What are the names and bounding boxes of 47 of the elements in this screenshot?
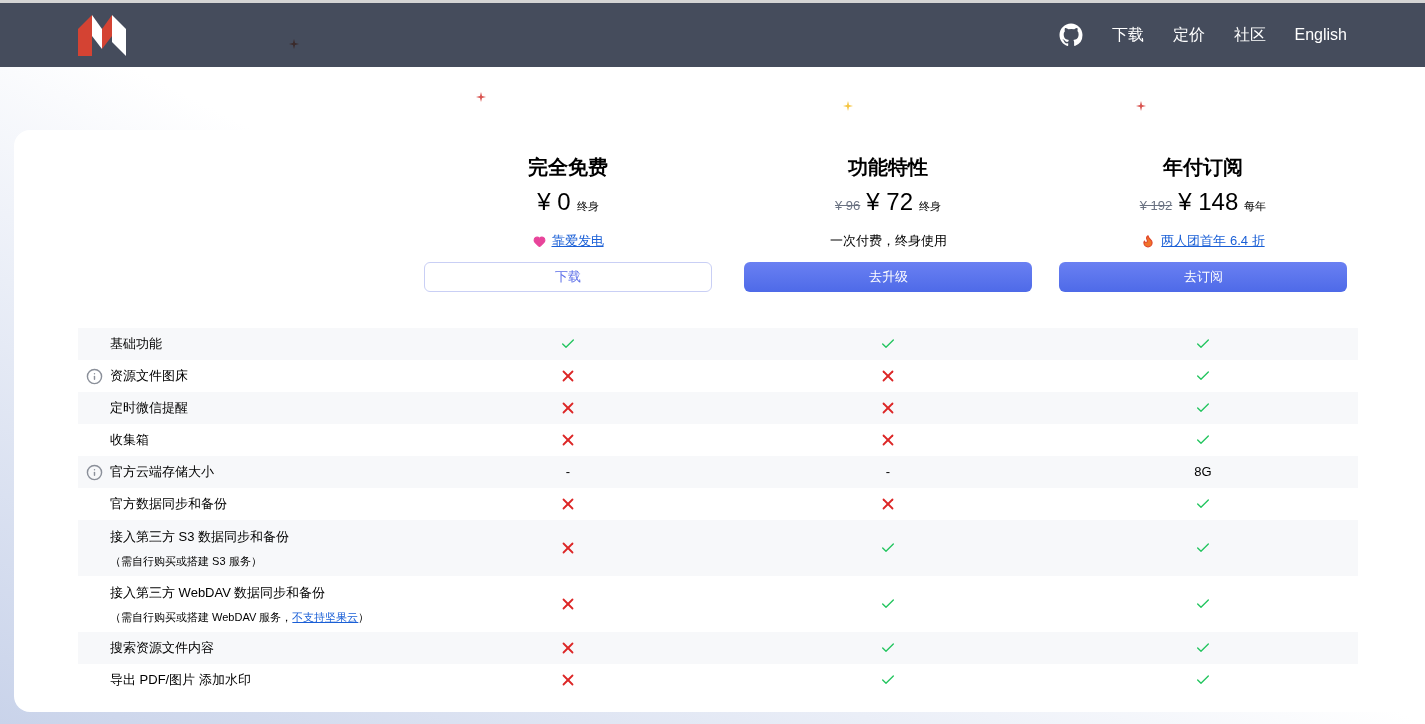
info-icon[interactable] — [85, 367, 103, 385]
plan-button[interactable]: 去订阅 — [1059, 262, 1347, 292]
feature-note: （需自行购买或搭建 S3 服务） — [110, 553, 263, 569]
feature-label: 资源文件图床 — [110, 367, 188, 386]
price-unit: 终身 — [576, 199, 599, 214]
plan-price: ¥ 0 — [537, 187, 571, 217]
plan-button[interactable]: 下载 — [424, 262, 712, 292]
plan-button[interactable]: 去升级 — [744, 262, 1032, 292]
feature-label: 基础功能 — [110, 335, 162, 354]
nav-link[interactable]: 社区 — [1233, 23, 1266, 47]
feature-label: 接入第三方 S3 数据同步和备份 — [110, 528, 290, 546]
nav-link[interactable]: 定价 — [1172, 23, 1205, 47]
info-icon[interactable] — [85, 463, 103, 481]
price-unit: 终身 — [919, 199, 941, 214]
plan-price: ¥ 72 — [866, 187, 913, 217]
feature-note: （需自行购买或搭建 WebDAV 服务，不支持坚果云） — [110, 609, 370, 625]
nav-link[interactable]: English — [1294, 23, 1347, 47]
sparkle-icon — [1136, 101, 1146, 111]
feature-label: 收集箱 — [110, 431, 149, 450]
plan-title: 完全免费 — [528, 155, 608, 180]
note-link[interactable]: 不支持坚果云 — [292, 610, 359, 623]
plan-title: 功能特性 — [848, 155, 928, 180]
plan-price: ¥ 148 — [1178, 187, 1239, 217]
feature-label: 定时微信提醒 — [110, 399, 188, 418]
feature-label: 接入第三方 WebDAV 数据同步和备份 — [110, 584, 327, 602]
plan-link[interactable]: 两人团首年 6.4 折 — [1161, 231, 1265, 251]
table-cell-text: - — [885, 463, 891, 482]
sparkle-icon — [843, 101, 853, 111]
price-unit: 每年 — [1244, 199, 1267, 214]
github-icon[interactable] — [1058, 23, 1083, 47]
plan-link[interactable]: 靠爱发电 — [551, 231, 604, 251]
table-cell-text: 8G — [1194, 463, 1212, 482]
flame-icon — [1141, 234, 1156, 248]
nav-link[interactable]: 下载 — [1111, 23, 1144, 47]
table-cell-text: - — [565, 463, 571, 482]
feature-label: 搜索资源文件内容 — [110, 639, 214, 658]
plan-note: 一次付费，终身使用 — [829, 232, 947, 251]
feature-label: 导出 PDF/图片 添加水印 — [110, 671, 251, 690]
sparkle-icon — [476, 92, 486, 102]
heart-icon — [532, 234, 546, 248]
plan-title: 年付订阅 — [1163, 155, 1243, 180]
feature-label: 官方数据同步和备份 — [110, 495, 227, 514]
sparkle-icon — [289, 39, 299, 49]
original-price: ¥ 96 — [835, 197, 861, 215]
original-price: ¥ 192 — [1139, 197, 1173, 215]
feature-label: 官方云端存储大小 — [110, 463, 214, 482]
logo-icon[interactable] — [78, 14, 126, 56]
